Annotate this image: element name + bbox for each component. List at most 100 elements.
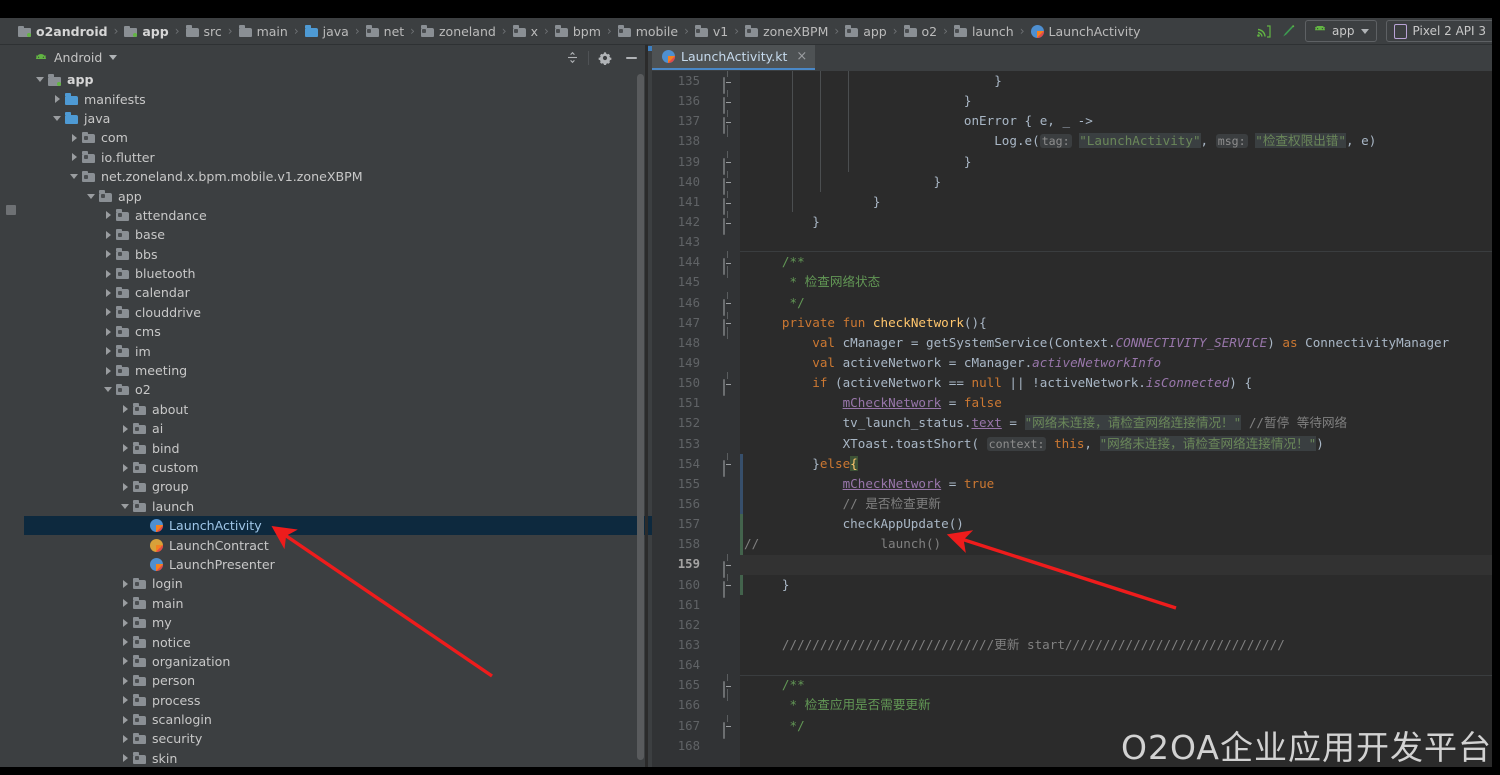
tree-item-app[interactable]: app — [24, 70, 652, 89]
chevron-right-icon[interactable] — [102, 345, 114, 357]
fold-marker[interactable] — [723, 459, 733, 469]
tree-item-custom[interactable]: custom — [24, 458, 652, 477]
chevron-right-icon[interactable] — [119, 403, 131, 415]
project-view-selector[interactable]: Android — [34, 50, 117, 65]
chevron-right-icon[interactable] — [119, 655, 131, 667]
tree-item-io-flutter[interactable]: io.flutter — [24, 148, 652, 167]
tree-item-calendar[interactable]: calendar — [24, 283, 652, 302]
tree-item-o2[interactable]: o2 — [24, 380, 652, 399]
chevron-right-icon[interactable] — [119, 714, 131, 726]
tree-item-bluetooth[interactable]: bluetooth — [24, 264, 652, 283]
project-tree-scrollbar[interactable] — [637, 74, 644, 764]
breadcrumb-item-o2[interactable]: o2 — [904, 24, 938, 39]
chevron-right-icon[interactable] — [102, 229, 114, 241]
breadcrumb-item-net[interactable]: net — [366, 24, 405, 39]
tree-item-bbs[interactable]: bbs — [24, 245, 652, 264]
tree-item-skin[interactable]: skin — [24, 749, 652, 768]
code-line-136[interactable]: 136 } — [652, 91, 1492, 111]
tree-item-net-zoneland-x-bpm-mobile-v1-zonexbpm[interactable]: net.zoneland.x.bpm.mobile.v1.zoneXBPM — [24, 167, 652, 186]
tree-item-organization[interactable]: organization — [24, 652, 652, 671]
fold-marker[interactable] — [723, 680, 733, 690]
code-line-143[interactable]: 143 — [652, 232, 1492, 252]
fold-marker[interactable] — [723, 378, 733, 388]
code-content[interactable]: 135 }136 }137 onError { e, _ ->138 Log.e… — [652, 71, 1492, 775]
collapse-all-icon[interactable] — [559, 47, 585, 69]
fold-marker[interactable] — [723, 560, 733, 570]
fold-marker[interactable] — [723, 257, 733, 267]
code-line-137[interactable]: 137 onError { e, _ -> — [652, 111, 1492, 131]
breadcrumb-item-src[interactable]: src — [186, 24, 222, 39]
fold-marker[interactable] — [723, 580, 733, 590]
fold-marker[interactable] — [723, 157, 733, 167]
chevron-down-icon[interactable] — [85, 190, 97, 202]
breadcrumb-item-v1[interactable]: v1 — [695, 24, 728, 39]
code-line-142[interactable]: 142 } — [652, 212, 1492, 232]
chevron-right-icon[interactable] — [102, 209, 114, 221]
tree-item-im[interactable]: im — [24, 341, 652, 360]
chevron-right-icon[interactable] — [119, 675, 131, 687]
code-line-163[interactable]: 163 ////////////////////////////更新 start… — [652, 635, 1492, 655]
code-line-166[interactable]: 166 * 检查应用是否需要更新 — [652, 695, 1492, 715]
breadcrumb-item-java[interactable]: java — [305, 24, 349, 39]
tree-item-app[interactable]: app — [24, 186, 652, 205]
breadcrumb-item-bpm[interactable]: bpm — [555, 24, 601, 39]
breadcrumb-item-x[interactable]: x — [513, 24, 538, 39]
chevron-right-icon[interactable] — [102, 268, 114, 280]
cast-icon[interactable] — [1256, 24, 1271, 38]
tree-item-clouddrive[interactable]: clouddrive — [24, 303, 652, 322]
tree-item-launchpresenter[interactable]: LaunchPresenter — [24, 555, 652, 574]
breadcrumb-item-zoneland[interactable]: zoneland — [421, 24, 496, 39]
fold-marker[interactable] — [723, 298, 733, 308]
chevron-down-icon[interactable] — [119, 500, 131, 512]
code-line-151[interactable]: 151 mCheckNetwork = false — [652, 393, 1492, 413]
tree-item-person[interactable]: person — [24, 671, 652, 690]
tree-item-manifests[interactable]: manifests — [24, 89, 652, 108]
code-line-147[interactable]: 147 private fun checkNetwork(){ — [652, 313, 1492, 333]
editor-tab-launchactivity[interactable]: LaunchActivity.kt × — [652, 45, 815, 70]
chevron-right-icon[interactable] — [119, 617, 131, 629]
tree-item-scanlogin[interactable]: scanlogin — [24, 710, 652, 729]
tree-item-com[interactable]: com — [24, 128, 652, 147]
code-line-156[interactable]: 156 // 是否检查更新 — [652, 494, 1492, 514]
tree-item-java[interactable]: java — [24, 109, 652, 128]
code-line-139[interactable]: 139 } — [652, 152, 1492, 172]
code-line-162[interactable]: 162 — [652, 615, 1492, 635]
code-line-165[interactable]: 165 /** — [652, 675, 1492, 695]
chevron-right-icon[interactable] — [119, 752, 131, 764]
chevron-right-icon[interactable] — [68, 151, 80, 163]
chevron-right-icon[interactable] — [119, 597, 131, 609]
code-line-152[interactable]: 152 tv_launch_status.text = "网络未连接，请检查网络… — [652, 413, 1492, 433]
code-line-158[interactable]: 158// launch() — [652, 534, 1492, 554]
tree-item-my[interactable]: my — [24, 613, 652, 632]
chevron-right-icon[interactable] — [119, 694, 131, 706]
chevron-right-icon[interactable] — [102, 326, 114, 338]
fold-marker[interactable] — [723, 116, 733, 126]
chevron-right-icon[interactable] — [119, 423, 131, 435]
close-icon[interactable]: × — [796, 49, 807, 64]
breadcrumb-item-zonexbpm[interactable]: zoneXBPM — [745, 24, 828, 39]
code-line-154[interactable]: 154 }else{ — [652, 454, 1492, 474]
chevron-right-icon[interactable] — [119, 636, 131, 648]
breadcrumb-item-app[interactable]: app — [845, 24, 887, 39]
tree-item-launchcontract[interactable]: LaunchContract — [24, 535, 652, 554]
fold-marker[interactable] — [723, 217, 733, 227]
fold-marker[interactable] — [723, 197, 733, 207]
fold-marker[interactable] — [723, 96, 733, 106]
tree-item-meeting[interactable]: meeting — [24, 361, 652, 380]
gear-icon[interactable] — [592, 47, 618, 69]
code-line-145[interactable]: 145 * 检查网络状态 — [652, 272, 1492, 292]
chevron-right-icon[interactable] — [119, 481, 131, 493]
code-line-135[interactable]: 135 } — [652, 71, 1492, 91]
code-line-153[interactable]: 153 XToast.toastShort( context: this, "网… — [652, 434, 1492, 454]
code-line-148[interactable]: 148 val cManager = getSystemService(Cont… — [652, 333, 1492, 353]
fold-marker[interactable] — [723, 318, 733, 328]
fold-marker[interactable] — [723, 721, 733, 731]
code-line-141[interactable]: 141 } — [652, 192, 1492, 212]
code-line-150[interactable]: 150 if (activeNetwork == null || !active… — [652, 373, 1492, 393]
chevron-down-icon[interactable] — [51, 112, 63, 124]
breadcrumb-item-launch[interactable]: launch — [954, 24, 1014, 39]
tree-item-login[interactable]: login — [24, 574, 652, 593]
tree-item-about[interactable]: about — [24, 400, 652, 419]
tree-item-launch[interactable]: launch — [24, 497, 652, 516]
tree-item-security[interactable]: security — [24, 729, 652, 748]
